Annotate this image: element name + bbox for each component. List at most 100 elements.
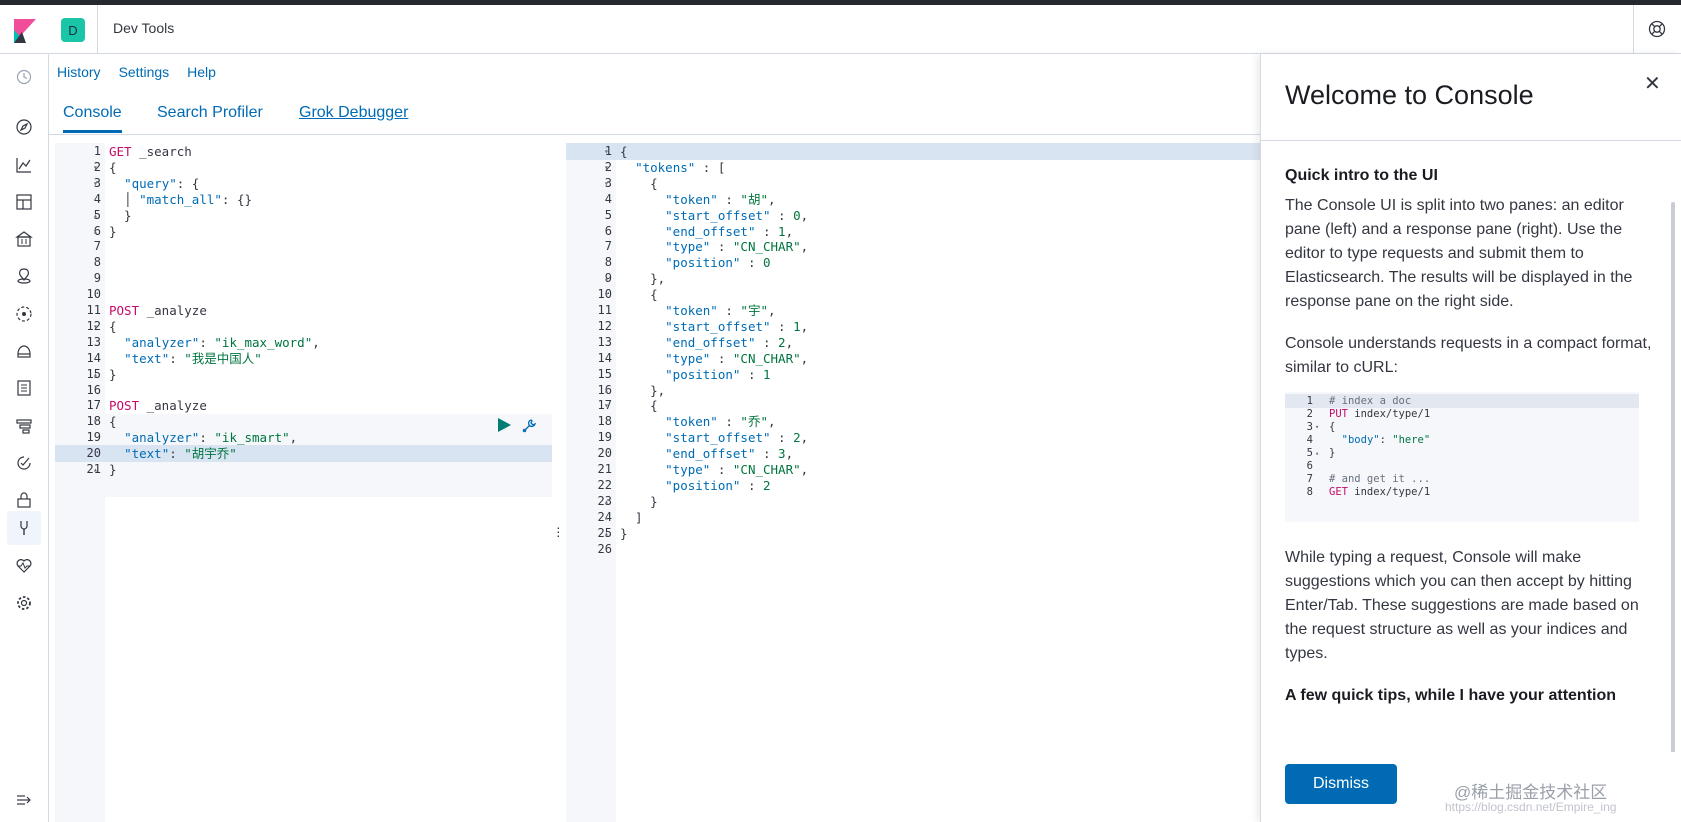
editor-line[interactable]: 15 ▴} <box>55 366 552 383</box>
editor-line[interactable]: 3 ▾ "query": { <box>55 175 552 192</box>
editor-line[interactable]: 2 ▾{ <box>55 159 552 176</box>
dashboard-icon[interactable] <box>15 193 33 211</box>
editor-line[interactable]: 14 "text": "我是中国人" <box>55 350 552 367</box>
fold-toggle-icon[interactable]: ▾ <box>604 175 609 192</box>
editor-line[interactable]: 13 "analyzer": "ik_max_word", <box>55 334 552 351</box>
pane-resizer[interactable]: · · · <box>552 143 566 822</box>
fold-toggle-icon[interactable]: ▴ <box>93 223 98 240</box>
settings-link[interactable]: Settings <box>119 64 170 80</box>
flyout-scrollbar[interactable] <box>1671 202 1675 762</box>
editor-line[interactable]: 18 ▾{ <box>55 413 552 430</box>
fold-toggle-icon[interactable]: ▾ <box>604 159 609 176</box>
machine-learning-icon[interactable] <box>15 305 33 323</box>
fold-toggle-icon[interactable]: ▴ <box>604 525 609 542</box>
siem-lock-icon[interactable] <box>15 491 33 509</box>
response-line[interactable]: 11 "token" : "宇", <box>566 302 1260 319</box>
editor-line[interactable]: 7 <box>55 238 552 255</box>
collapse-nav-icon[interactable] <box>15 791 33 809</box>
response-line[interactable]: 22 "position" : 2 <box>566 477 1260 494</box>
response-line[interactable]: 12 "start_offset" : 1, <box>566 318 1260 335</box>
response-line[interactable]: 10 ▾ { <box>566 286 1260 303</box>
response-line[interactable]: 19 "start_offset" : 2, <box>566 429 1260 446</box>
fold-toggle-icon[interactable]: ▾ <box>93 318 98 335</box>
maps-icon[interactable] <box>15 267 33 285</box>
fold-toggle-icon[interactable]: ▴ <box>604 270 609 287</box>
fold-toggle-icon[interactable]: ▾ <box>93 159 98 176</box>
response-line[interactable]: 15 "position" : 1 <box>566 366 1260 383</box>
response-line[interactable]: 21 "type" : "CN_CHAR", <box>566 461 1260 478</box>
response-line[interactable]: 18 "token" : "乔", <box>566 413 1260 430</box>
discover-icon[interactable] <box>15 118 33 136</box>
apm-icon[interactable] <box>15 417 33 435</box>
response-line[interactable]: 8 "position" : 0 <box>566 254 1260 271</box>
editor-line[interactable]: 19 "analyzer": "ik_smart", <box>55 429 552 446</box>
header-divider <box>97 5 98 54</box>
fold-toggle-icon[interactable]: ▾ <box>604 143 609 160</box>
fold-toggle-icon[interactable]: ▾ <box>93 413 98 430</box>
management-gear-icon[interactable] <box>15 594 33 612</box>
editor-line[interactable]: 6 ▴} <box>55 223 552 240</box>
response-line[interactable]: 16 ▴ }, <box>566 382 1260 399</box>
editor-line[interactable]: 11 POST _analyze <box>55 302 552 319</box>
response-line[interactable]: 7 "type" : "CN_CHAR", <box>566 238 1260 255</box>
editor-line[interactable]: 4 │ "match_all": {} <box>55 191 552 208</box>
kibana-logo-icon[interactable] <box>14 19 36 43</box>
response-line[interactable]: 2 ▾ "tokens" : [ <box>566 159 1260 176</box>
fold-toggle-icon[interactable]: ▴ <box>604 382 609 399</box>
request-editor[interactable]: 1 GET _search 2 ▾{3 ▾ "query": {4 │ "match_a… <box>55 143 552 822</box>
editor-line[interactable]: 17 POST _analyze <box>55 397 552 414</box>
response-line[interactable]: 1 ▾{ <box>566 143 1260 160</box>
dismiss-button[interactable]: Dismiss <box>1285 764 1397 804</box>
response-line[interactable]: 20 "end_offset" : 3, <box>566 445 1260 462</box>
editor-line[interactable]: 21 ▴} <box>55 461 552 478</box>
editor-line[interactable]: 10 <box>55 286 552 303</box>
infrastructure-icon[interactable] <box>15 342 33 360</box>
response-pane[interactable]: 1 ▾{2 ▾ "tokens" : [3 ▾ {4 "token" : "胡", 5 … <box>566 143 1260 822</box>
response-line[interactable]: 6 "end_offset" : 1, <box>566 223 1260 240</box>
visualize-icon[interactable] <box>15 156 33 174</box>
uptime-icon[interactable] <box>15 454 33 472</box>
fold-toggle-icon[interactable]: ▴ <box>604 493 609 510</box>
editor-line[interactable]: 8 <box>55 254 552 271</box>
response-line[interactable]: 26 <box>566 541 1260 558</box>
fold-toggle-icon[interactable]: ▾ <box>604 397 609 414</box>
editor-line[interactable]: 9 <box>55 270 552 287</box>
fold-toggle-icon[interactable]: ▾ <box>93 175 98 192</box>
tab-search-profiler[interactable]: Search Profiler <box>157 104 263 122</box>
dev-tools-icon[interactable] <box>15 519 33 537</box>
canvas-icon[interactable] <box>15 230 33 248</box>
editor-line[interactable]: 16 <box>55 382 552 399</box>
response-line[interactable]: 14 "type" : "CN_CHAR", <box>566 350 1260 367</box>
response-line[interactable]: 25 ▴} <box>566 525 1260 542</box>
response-line[interactable]: 4 "token" : "胡", <box>566 191 1260 208</box>
response-line[interactable]: 23 ▴ } <box>566 493 1260 510</box>
monitoring-icon[interactable] <box>15 557 33 575</box>
request-options-wrench-icon[interactable] <box>521 418 537 434</box>
fold-toggle-icon[interactable]: ▾ <box>604 286 609 303</box>
space-avatar[interactable]: D <box>61 18 85 42</box>
editor-line[interactable]: 20 "text": "胡宇乔" <box>55 445 552 463</box>
response-line[interactable]: 13 "end_offset" : 2, <box>566 334 1260 351</box>
logs-icon[interactable] <box>15 379 33 397</box>
send-request-play-icon[interactable] <box>497 418 511 432</box>
tab-grok-debugger[interactable]: Grok Debugger <box>299 104 408 122</box>
response-line[interactable]: 17 ▾ { <box>566 397 1260 414</box>
response-line[interactable]: 9 ▴ }, <box>566 270 1260 287</box>
help-link[interactable]: Help <box>187 64 216 80</box>
help-icon[interactable] <box>1648 20 1666 38</box>
fold-toggle-icon[interactable]: ▴ <box>93 207 98 224</box>
resizer-handle-icon[interactable]: · · · <box>556 520 561 542</box>
tab-console[interactable]: Console <box>63 104 122 133</box>
response-line[interactable]: 3 ▾ { <box>566 175 1260 192</box>
close-icon[interactable]: ✕ <box>1644 71 1661 96</box>
editor-line[interactable]: 5 ▴ } <box>55 207 552 224</box>
history-link[interactable]: History <box>57 64 101 80</box>
recently-viewed-icon[interactable] <box>15 68 33 86</box>
editor-line[interactable]: 1 GET _search <box>55 143 552 160</box>
fold-toggle-icon[interactable]: ▴ <box>93 366 98 383</box>
fold-toggle-icon[interactable]: ▴ <box>604 509 609 526</box>
response-line[interactable]: 5 "start_offset" : 0, <box>566 207 1260 224</box>
editor-line[interactable]: 12 ▾{ <box>55 318 552 335</box>
response-line[interactable]: 24 ▴ ] <box>566 509 1260 526</box>
fold-toggle-icon[interactable]: ▴ <box>93 461 98 478</box>
